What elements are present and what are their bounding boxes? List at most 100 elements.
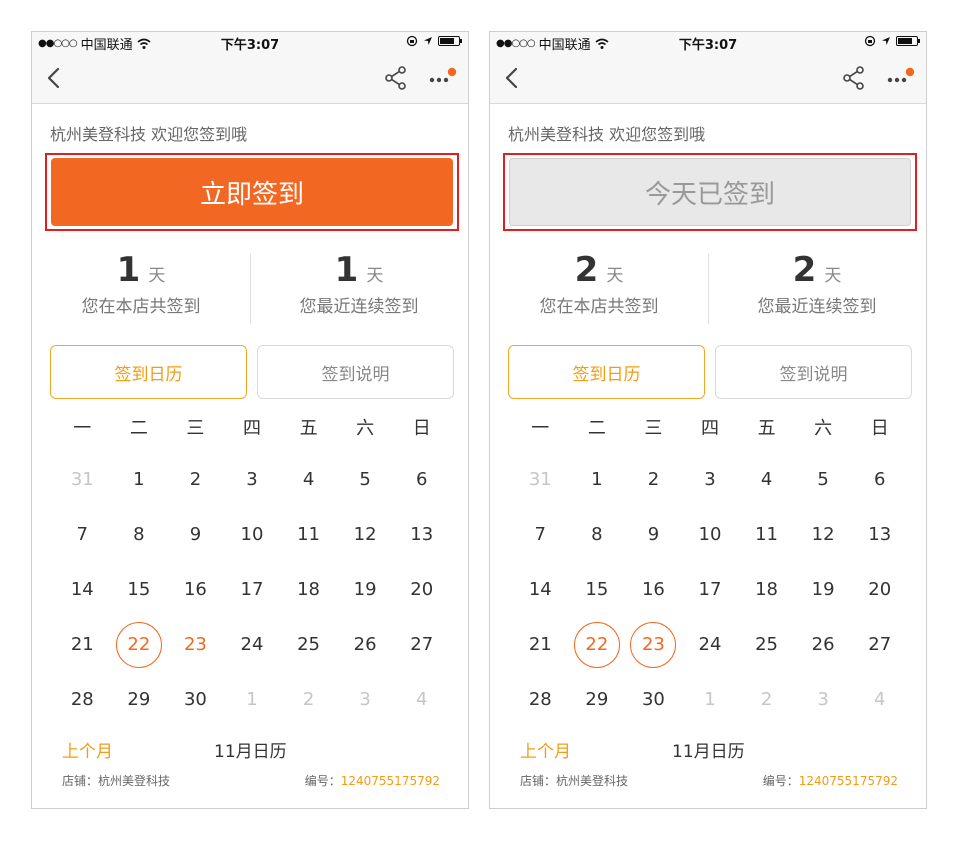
calendar-day[interactable]: 27 [851,617,908,672]
calendar-day[interactable]: 24 [682,617,739,672]
calendar-day[interactable]: 19 [795,562,852,617]
calendar-day[interactable]: 4 [393,672,450,727]
shop-label: 店铺： [62,774,99,788]
signin-button[interactable]: 立即签到 [51,158,453,226]
calendar-day[interactable]: 26 [337,617,394,672]
calendar-day[interactable]: 6 [393,452,450,507]
calendar-day[interactable]: 11 [738,507,795,562]
calendar-day[interactable]: 3 [337,672,394,727]
calendar-day[interactable]: 3 [224,452,281,507]
calendar-day[interactable]: 4 [280,452,337,507]
tab-signin-help[interactable]: 签到说明 [257,345,454,399]
calendar-day[interactable]: 12 [795,507,852,562]
prev-month-link[interactable]: 上个月 [520,737,571,762]
calendar-day[interactable]: 1 [111,452,168,507]
calendar-day-number: 10 [698,524,722,545]
calendar-day[interactable]: 4 [738,452,795,507]
calendar-day[interactable]: 9 [625,507,682,562]
calendar-day[interactable]: 17 [682,562,739,617]
calendar-day[interactable]: 14 [54,562,111,617]
calendar-day[interactable]: 1 [682,672,739,727]
calendar-day-number: 30 [183,689,207,710]
calendar-day[interactable]: 16 [625,562,682,617]
calendar-day[interactable]: 17 [224,562,281,617]
calendar-day[interactable]: 6 [851,452,908,507]
calendar-day[interactable]: 12 [337,507,394,562]
calendar-day-signed[interactable]: 22 [569,617,626,672]
calendar-day[interactable]: 30 [625,672,682,727]
shop-name: 杭州美登科技 [556,774,629,788]
calendar-day-signed[interactable]: 22 [111,617,168,672]
calendar-day[interactable]: 2 [738,672,795,727]
calendar-day[interactable]: 18 [738,562,795,617]
calendar-day[interactable]: 1 [569,452,626,507]
prev-month-link[interactable]: 上个月 [62,737,113,762]
calendar-day[interactable]: 26 [795,617,852,672]
tab-signin-calendar[interactable]: 签到日历 [50,345,247,399]
calendar-day[interactable]: 16 [167,562,224,617]
calendar-day[interactable]: 25 [738,617,795,672]
streak-signin-count: 1 [334,250,359,290]
calendar-day[interactable]: 20 [851,562,908,617]
calendar-day[interactable]: 7 [512,507,569,562]
code-label: 编号： [762,774,799,788]
calendar-day[interactable]: 2 [280,672,337,727]
back-arrow-icon[interactable] [42,64,66,92]
calendar-day-number: 2 [302,689,315,710]
share-icon[interactable] [382,64,410,92]
calendar-day-signed[interactable]: 23 [625,617,682,672]
more-menu-icon[interactable] [426,64,458,92]
calendar-day[interactable]: 11 [280,507,337,562]
calendar-day[interactable]: 8 [569,507,626,562]
calendar-day[interactable]: 5 [337,452,394,507]
calendar-day[interactable]: 19 [337,562,394,617]
phone-screen-after-signin: ●●○○○ 中国联通 下午3:07 杭州美登科技 欢迎您签到哦 今天已签到 2 … [489,31,927,809]
back-arrow-icon[interactable] [500,64,524,92]
calendar-day[interactable]: 4 [851,672,908,727]
calendar-day[interactable]: 10 [682,507,739,562]
calendar-day[interactable]: 9 [167,507,224,562]
signed-in-button[interactable]: 今天已签到 [509,158,911,226]
share-icon[interactable] [840,64,868,92]
calendar-day[interactable]: 10 [224,507,281,562]
calendar-day[interactable]: 31 [54,452,111,507]
streak-signin-count: 2 [792,250,817,290]
calendar-day[interactable]: 20 [393,562,450,617]
calendar-day[interactable]: 1 [224,672,281,727]
calendar-day[interactable]: 24 [224,617,281,672]
calendar-day[interactable]: 2 [167,452,224,507]
calendar-day[interactable]: 5 [795,452,852,507]
calendar-day[interactable]: 3 [795,672,852,727]
calendar-day[interactable]: 21 [512,617,569,672]
calendar-day[interactable]: 28 [54,672,111,727]
calendar-day[interactable]: 7 [54,507,111,562]
location-icon [882,37,890,45]
calendar-day-number: 1 [246,689,258,710]
more-menu-icon[interactable] [884,64,916,92]
calendar-day[interactable]: 31 [512,452,569,507]
calendar-day-number: 3 [704,469,716,490]
total-signin-unit: 天 [148,266,166,286]
calendar-day[interactable]: 15 [111,562,168,617]
tab-signin-calendar[interactable]: 签到日历 [508,345,705,399]
calendar-day[interactable]: 29 [569,672,626,727]
calendar-day[interactable]: 21 [54,617,111,672]
calendar-day-today[interactable]: 23 [167,617,224,672]
calendar-day-number: 16 [183,579,207,600]
calendar-day[interactable]: 29 [111,672,168,727]
calendar-day-number: 4 [415,689,428,710]
calendar-day-number: 24 [698,634,722,655]
calendar-day[interactable]: 13 [851,507,908,562]
calendar-day[interactable]: 27 [393,617,450,672]
calendar-day[interactable]: 28 [512,672,569,727]
calendar-day[interactable]: 2 [625,452,682,507]
calendar-day[interactable]: 18 [280,562,337,617]
calendar-day[interactable]: 13 [393,507,450,562]
calendar-day[interactable]: 15 [569,562,626,617]
calendar-day[interactable]: 30 [167,672,224,727]
calendar-day[interactable]: 3 [682,452,739,507]
calendar-day[interactable]: 8 [111,507,168,562]
tab-signin-help[interactable]: 签到说明 [715,345,912,399]
calendar-day[interactable]: 25 [280,617,337,672]
calendar-day[interactable]: 14 [512,562,569,617]
